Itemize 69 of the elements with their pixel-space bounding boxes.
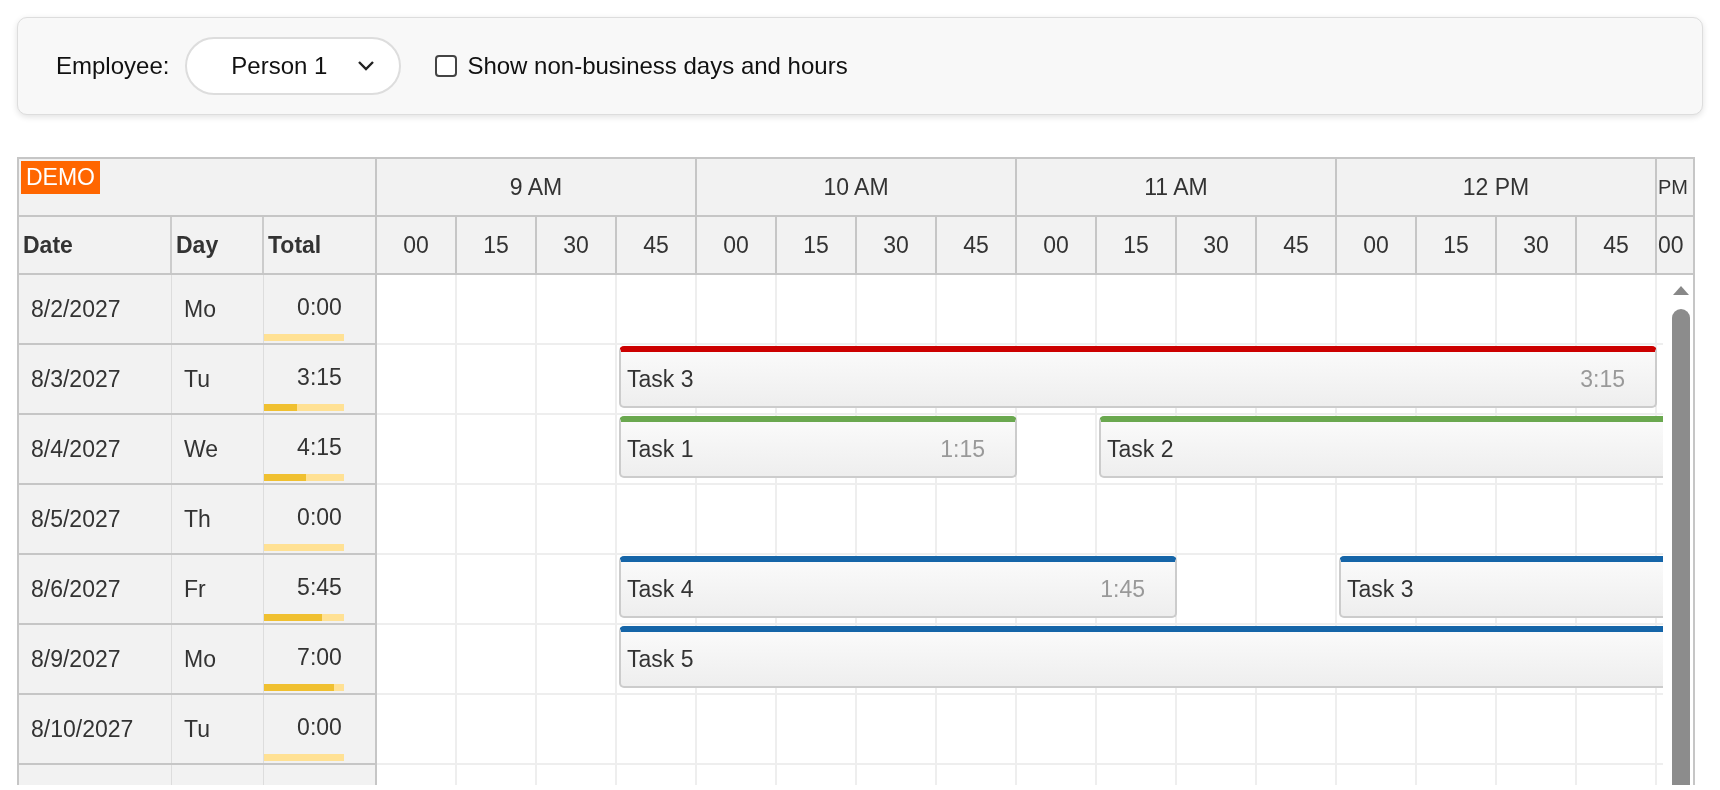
date-cell: 8/5/2027 [31, 505, 121, 533]
minute-header: 45 [1577, 217, 1657, 273]
column-header: Date [19, 217, 172, 273]
date-cell: 8/6/2027 [31, 575, 121, 603]
task-event[interactable]: Task 3 [1339, 556, 1663, 618]
date-cell: 8/3/2027 [31, 365, 121, 393]
day-cell: Mo [184, 645, 216, 673]
minute-header: 00 [1017, 217, 1097, 273]
employee-select[interactable]: Person 1 [185, 37, 402, 95]
minute-header: 15 [1417, 217, 1497, 273]
minute-header: 00 [1657, 230, 1685, 260]
demo-badge: DEMO [21, 161, 100, 194]
day-cell: Fr [184, 575, 206, 603]
date-cell: 8/9/2027 [31, 645, 121, 673]
day-cell: Tu [184, 715, 210, 743]
employee-label: Employee: [56, 52, 170, 80]
checkbox-label: Show non-business days and hours [467, 52, 848, 80]
task-event[interactable]: Task 4 1:45 [619, 556, 1177, 618]
hour-header: 11 AM [1017, 159, 1337, 215]
minute-header: 15 [1097, 217, 1177, 273]
total-cell: 3:15 [297, 363, 342, 391]
day-cell: We [184, 435, 219, 463]
hour-header: 10 AM [697, 159, 1017, 215]
minute-header: 30 [1177, 217, 1257, 273]
task-duration: 1:15 [940, 435, 985, 463]
total-cell: 5:45 [297, 573, 342, 601]
hour-header: PM [1657, 174, 1689, 200]
task-label: Task 3 [1347, 575, 1414, 603]
total-cell: 4:15 [297, 433, 342, 461]
total-cell: 0:00 [297, 503, 342, 531]
hour-header: 12 PM [1337, 159, 1657, 215]
day-cell: Tu [184, 365, 210, 393]
minute-header: 00 [377, 217, 457, 273]
task-event[interactable]: Task 5 [619, 626, 1663, 688]
minute-header: 15 [457, 217, 537, 273]
task-event[interactable]: Task 3 3:15 [619, 346, 1657, 408]
minute-header: 00 [1337, 217, 1417, 273]
day-cell: Mo [184, 295, 216, 323]
task-event[interactable]: Task 1 1:15 [619, 416, 1017, 478]
task-label: Task 2 [1107, 435, 1174, 463]
task-label: Task 3 [627, 365, 694, 393]
scrollbar-thumb[interactable] [1672, 309, 1690, 785]
checkbox[interactable] [435, 55, 458, 77]
date-cell: 8/2/2027 [31, 295, 121, 323]
hour-header: 9 AM [377, 159, 697, 215]
minute-header: 45 [937, 217, 1017, 273]
chevron-down-icon [357, 60, 376, 72]
minute-header: 15 [777, 217, 857, 273]
total-cell: 7:00 [297, 643, 342, 671]
minute-header: 30 [1497, 217, 1577, 273]
date-cell: 8/4/2027 [31, 435, 121, 463]
task-event[interactable]: Task 2 [1099, 416, 1663, 478]
minute-header: 45 [1257, 217, 1337, 273]
column-header: Day [172, 217, 264, 273]
task-label: Task 1 [627, 435, 694, 463]
minute-header: 30 [857, 217, 937, 273]
minute-header: 30 [537, 217, 617, 273]
scroll-up-icon[interactable] [1673, 285, 1689, 295]
date-cell: 8/10/2027 [31, 715, 134, 743]
day-cell: Th [184, 505, 211, 533]
minute-header: 00 [697, 217, 777, 273]
task-duration: 1:45 [1100, 575, 1145, 603]
task-label: Task 5 [627, 645, 694, 673]
minute-header: 45 [617, 217, 697, 273]
task-label: Task 4 [627, 575, 694, 603]
total-cell: 0:00 [297, 293, 342, 321]
total-cell: 0:00 [297, 713, 342, 741]
task-duration: 3:15 [1580, 365, 1625, 393]
column-header: Total [267, 230, 323, 260]
